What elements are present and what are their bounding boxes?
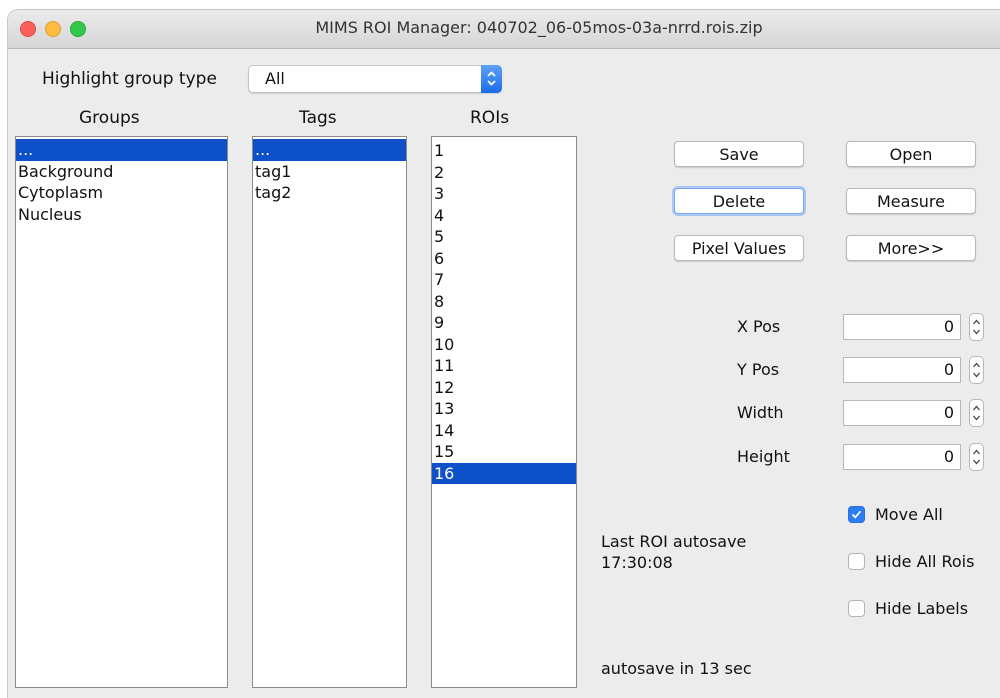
list-item[interactable]: Cytoplasm bbox=[16, 182, 227, 204]
xpos-spinner-arrows-icon[interactable] bbox=[969, 313, 984, 341]
last-autosave-label: Last ROI autosave bbox=[601, 532, 747, 551]
hide-all-rois-checkbox[interactable] bbox=[848, 553, 865, 570]
list-item[interactable]: 6 bbox=[432, 248, 576, 270]
roi-manager-window: MIMS ROI Manager: 040702_06-05mos-03a-nr… bbox=[8, 10, 1000, 698]
list-item[interactable]: ... bbox=[253, 139, 406, 161]
up-down-chevron-icon bbox=[481, 65, 502, 93]
height-spinner-arrows-icon[interactable] bbox=[969, 443, 984, 471]
groups-header: Groups bbox=[79, 108, 140, 128]
list-item[interactable]: 10 bbox=[432, 334, 576, 356]
ypos-field[interactable]: 0 bbox=[843, 357, 961, 383]
xpos-field[interactable]: 0 bbox=[843, 314, 961, 340]
list-item[interactable]: 3 bbox=[432, 183, 576, 205]
ypos-spinner-arrows-icon[interactable] bbox=[969, 356, 984, 384]
move-all-label[interactable]: Move All bbox=[875, 505, 943, 524]
highlight-group-type-select[interactable]: All bbox=[248, 65, 502, 93]
more-button[interactable]: More>> bbox=[846, 235, 976, 261]
pixel-values-button[interactable]: Pixel Values bbox=[674, 235, 804, 261]
save-button[interactable]: Save bbox=[674, 141, 804, 167]
move-all-checkbox[interactable] bbox=[848, 506, 865, 523]
width-spinner-arrows-icon[interactable] bbox=[969, 399, 984, 427]
rois-list[interactable]: 1 2 3 4 5 6 7 8 9 10 11 12 13 14 15 16 bbox=[431, 136, 577, 688]
list-item[interactable]: 1 bbox=[432, 140, 576, 162]
list-item[interactable]: ... bbox=[16, 139, 227, 161]
width-label: Width bbox=[737, 403, 784, 422]
list-item[interactable]: tag1 bbox=[253, 161, 406, 183]
checkmark-icon bbox=[851, 510, 862, 519]
list-item[interactable]: 16 bbox=[432, 462, 576, 484]
highlight-group-type-value: All bbox=[265, 69, 285, 88]
measure-button[interactable]: Measure bbox=[846, 188, 976, 214]
window-title: MIMS ROI Manager: 040702_06-05mos-03a-nr… bbox=[315, 18, 763, 37]
list-item[interactable]: 9 bbox=[432, 312, 576, 334]
delete-button[interactable]: Delete bbox=[674, 188, 804, 214]
tags-list[interactable]: ... tag1 tag2 bbox=[252, 136, 407, 688]
height-field[interactable]: 0 bbox=[843, 444, 961, 470]
list-item[interactable]: 12 bbox=[432, 377, 576, 399]
title-bar: MIMS ROI Manager: 040702_06-05mos-03a-nr… bbox=[8, 10, 1000, 49]
list-item[interactable]: 7 bbox=[432, 269, 576, 291]
open-button[interactable]: Open bbox=[846, 141, 976, 167]
list-item[interactable]: 4 bbox=[432, 205, 576, 227]
list-item[interactable]: 8 bbox=[432, 291, 576, 313]
highlight-group-type-label: Highlight group type bbox=[42, 69, 217, 89]
list-item[interactable]: 5 bbox=[432, 226, 576, 248]
hide-labels-label[interactable]: Hide Labels bbox=[875, 599, 968, 618]
list-item[interactable]: 11 bbox=[432, 355, 576, 377]
last-autosave-time: 17:30:08 bbox=[601, 553, 673, 572]
tags-header: Tags bbox=[299, 108, 337, 128]
autosave-countdown: autosave in 13 sec bbox=[601, 659, 752, 678]
hide-labels-checkbox[interactable] bbox=[848, 600, 865, 617]
list-item[interactable]: 14 bbox=[432, 420, 576, 442]
list-item[interactable]: 15 bbox=[432, 441, 576, 463]
width-field[interactable]: 0 bbox=[843, 400, 961, 426]
list-item[interactable]: Nucleus bbox=[16, 204, 227, 226]
list-item[interactable]: 2 bbox=[432, 162, 576, 184]
list-item[interactable]: Background bbox=[16, 161, 227, 183]
height-label: Height bbox=[737, 447, 790, 466]
list-item[interactable]: 13 bbox=[432, 398, 576, 420]
hide-all-rois-label[interactable]: Hide All Rois bbox=[875, 552, 974, 571]
xpos-label: X Pos bbox=[737, 317, 781, 336]
ypos-label: Y Pos bbox=[737, 360, 780, 379]
rois-header: ROIs bbox=[470, 108, 510, 128]
list-item[interactable]: tag2 bbox=[253, 182, 406, 204]
groups-list[interactable]: ... Background Cytoplasm Nucleus bbox=[15, 136, 228, 688]
